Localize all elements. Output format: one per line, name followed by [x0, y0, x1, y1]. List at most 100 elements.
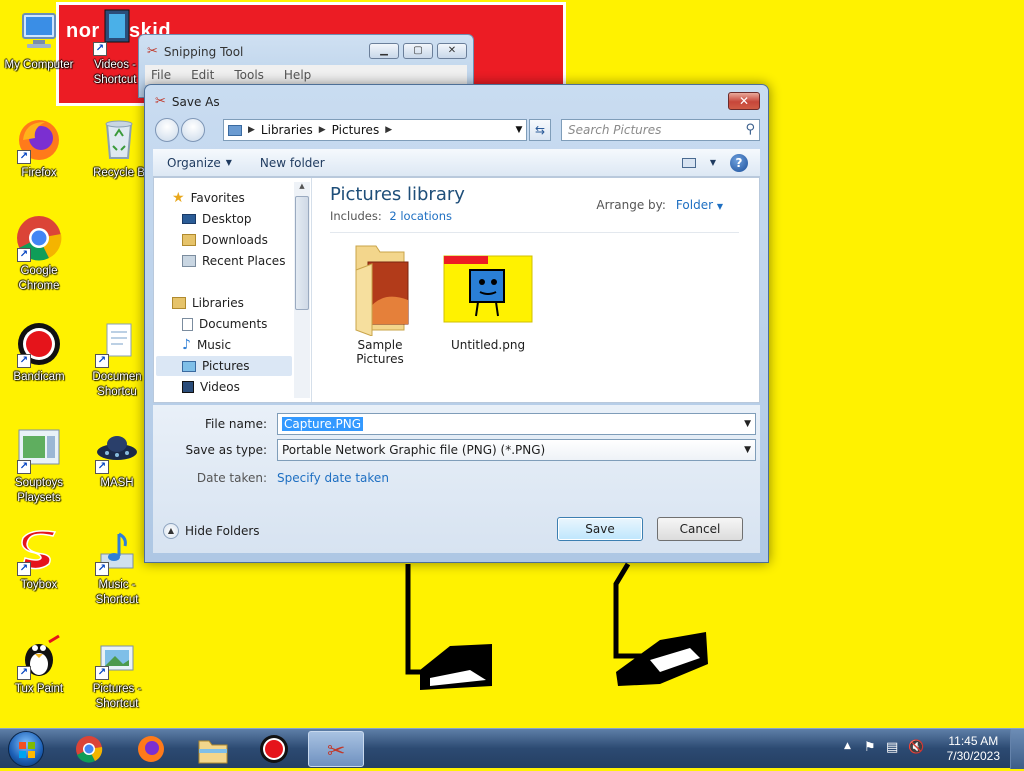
- search-input[interactable]: Search Pictures ⚲: [561, 119, 760, 141]
- desktop-icon-firefox[interactable]: ↗ Firefox: [0, 116, 78, 181]
- nav-pictures[interactable]: Pictures: [156, 356, 292, 376]
- chevron-right-icon: ▶: [318, 125, 326, 135]
- file-item-sample-pictures[interactable]: Sample Pictures: [332, 240, 428, 366]
- address-dropdown-icon[interactable]: ▼: [512, 125, 526, 135]
- taskbar-file-explorer[interactable]: [184, 731, 240, 767]
- close-button[interactable]: ✕: [437, 43, 467, 59]
- taskbar-firefox[interactable]: [122, 731, 178, 767]
- file-name-input[interactable]: Capture.PNG ▼: [277, 413, 756, 435]
- clock[interactable]: 11:45 AM 7/30/2023: [947, 734, 1000, 764]
- breadcrumb-libraries[interactable]: Libraries: [261, 123, 313, 137]
- new-folder-button[interactable]: New folder: [246, 156, 339, 170]
- save-as-dialog[interactable]: ✂ Save As ✕ ▶ Libraries ▶ Pictures ▶ ▼ ⇆…: [144, 84, 769, 563]
- menu-tools[interactable]: Tools: [234, 68, 264, 82]
- maximize-button[interactable]: ▢: [403, 43, 433, 59]
- desktop-icon-bandicam[interactable]: ↗ Bandicam: [0, 320, 78, 385]
- save-as-titlebar[interactable]: ✂ Save As: [155, 94, 220, 109]
- music-note-icon: ♪: [182, 337, 191, 353]
- shortcut-arrow-icon: ↗: [17, 562, 31, 576]
- file-item-untitled-png[interactable]: Untitled.png: [440, 240, 536, 352]
- start-button[interactable]: [4, 730, 50, 768]
- nav-downloads[interactable]: Downloads: [182, 230, 302, 250]
- organize-button[interactable]: Organize ▼: [153, 156, 246, 170]
- tux-penguin-icon: ↗: [15, 632, 63, 680]
- star-icon: ★: [172, 190, 185, 206]
- refresh-button[interactable]: ⇆: [529, 119, 551, 141]
- hide-folders-button[interactable]: ▲ Hide Folders: [163, 523, 260, 539]
- pictures-icon: [182, 360, 196, 372]
- nav-recent-places[interactable]: Recent Places: [182, 251, 302, 271]
- chrome-icon: ↗: [15, 214, 63, 262]
- taskbar-snipping-tool[interactable]: ✂: [308, 731, 364, 767]
- nav-libraries[interactable]: Libraries: [172, 293, 292, 313]
- taskbar-bandicam[interactable]: [246, 731, 302, 767]
- menu-help[interactable]: Help: [284, 68, 311, 82]
- desktop-icon-pictures-shortcut[interactable]: ↗ Pictures - Shortcut: [78, 632, 156, 712]
- specify-date-link[interactable]: Specify date taken: [277, 471, 389, 485]
- desktop-icon-google-chrome[interactable]: ↗ Google Chrome: [0, 214, 78, 294]
- navigation-pane: ★ Favorites Desktop Downloads Recent Pla…: [154, 178, 312, 402]
- scroll-up-icon[interactable]: ▲: [294, 182, 310, 196]
- menu-file[interactable]: File: [151, 68, 171, 82]
- save-button[interactable]: Save: [557, 517, 643, 541]
- chevron-down-icon[interactable]: ▼: [710, 158, 716, 167]
- action-center-flag-icon[interactable]: ⚑: [864, 740, 876, 755]
- forward-button[interactable]: [181, 118, 205, 142]
- arrange-by-dropdown[interactable]: Folder ▼: [676, 198, 723, 212]
- locations-link[interactable]: 2 locations: [389, 209, 452, 223]
- desktop-icon-toybox[interactable]: ↗ Toybox: [0, 528, 78, 593]
- nav-music[interactable]: ♪ Music: [182, 335, 302, 355]
- minimize-button[interactable]: ▁: [369, 43, 399, 59]
- chevron-up-icon: ▲: [163, 523, 179, 539]
- chevron-down-icon[interactable]: ▼: [744, 419, 751, 429]
- nav-videos[interactable]: Videos: [182, 377, 302, 397]
- firefox-icon: ↗: [15, 116, 63, 164]
- save-type-label: Save as type:: [185, 443, 267, 457]
- music-note-icon: ↗: [93, 528, 141, 576]
- shortcut-arrow-icon: ↗: [95, 354, 109, 368]
- snipping-tool-menubar: File Edit Tools Help: [145, 65, 467, 85]
- file-name: Sample Pictures: [356, 338, 404, 366]
- folder-icon: [198, 740, 228, 764]
- shortcut-arrow-icon: ↗: [17, 150, 31, 164]
- dialog-close-button[interactable]: ✕: [728, 92, 760, 110]
- chevron-down-icon[interactable]: ▼: [744, 445, 751, 455]
- cancel-button[interactable]: Cancel: [657, 517, 743, 541]
- file-name-label: File name:: [205, 417, 267, 431]
- search-icon: ⚲: [745, 122, 755, 137]
- nav-scrollbar[interactable]: ▲: [294, 182, 310, 398]
- toybox-s-icon: ↗: [15, 528, 63, 576]
- chevron-right-icon: ▶: [248, 125, 255, 135]
- firefox-icon: [138, 736, 164, 762]
- film-icon: [182, 381, 194, 393]
- show-hidden-icons[interactable]: ▲: [844, 741, 851, 751]
- back-button[interactable]: [155, 118, 179, 142]
- chevron-down-icon: ▼: [716, 202, 723, 211]
- show-desktop-button[interactable]: [1010, 729, 1024, 769]
- view-options-icon[interactable]: [681, 157, 696, 168]
- date-taken-label: Date taken:: [196, 471, 267, 485]
- nav-documents[interactable]: Documents: [182, 314, 302, 334]
- save-type-select[interactable]: Portable Network Graphic file (PNG) (*.P…: [277, 439, 756, 461]
- desktop-icon-tux-paint[interactable]: ↗ Tux Paint: [0, 632, 78, 697]
- taskbar-chrome[interactable]: [60, 731, 116, 767]
- scrollbar-thumb[interactable]: [295, 196, 309, 310]
- desktop-icon-my-computer[interactable]: My Computer: [0, 8, 78, 73]
- network-icon[interactable]: ▤: [886, 740, 898, 755]
- breadcrumb-pictures[interactable]: Pictures: [332, 123, 380, 137]
- scissors-icon: ✂: [147, 44, 158, 59]
- nav-desktop[interactable]: Desktop: [182, 209, 302, 229]
- nav-favorites[interactable]: ★ Favorites: [172, 188, 292, 208]
- document-icon: ↗: [93, 320, 141, 368]
- library-includes: Includes: 2 locations: [330, 209, 452, 223]
- desktop-icon-souptoys-playsets[interactable]: ↗ Souptoys Playsets: [0, 426, 78, 506]
- volume-muted-icon[interactable]: 🔇: [908, 740, 924, 755]
- bandicam-icon: ↗: [15, 320, 63, 368]
- help-icon[interactable]: ?: [730, 153, 748, 172]
- svg-text:✂: ✂: [327, 739, 345, 764]
- menu-edit[interactable]: Edit: [191, 68, 214, 82]
- snipping-tool-titlebar[interactable]: ✂ Snipping Tool: [147, 44, 243, 59]
- address-bar[interactable]: ▶ Libraries ▶ Pictures ▶ ▼: [223, 119, 527, 141]
- shortcut-arrow-icon: ↗: [93, 42, 107, 56]
- shortcut-arrow-icon: ↗: [17, 248, 31, 262]
